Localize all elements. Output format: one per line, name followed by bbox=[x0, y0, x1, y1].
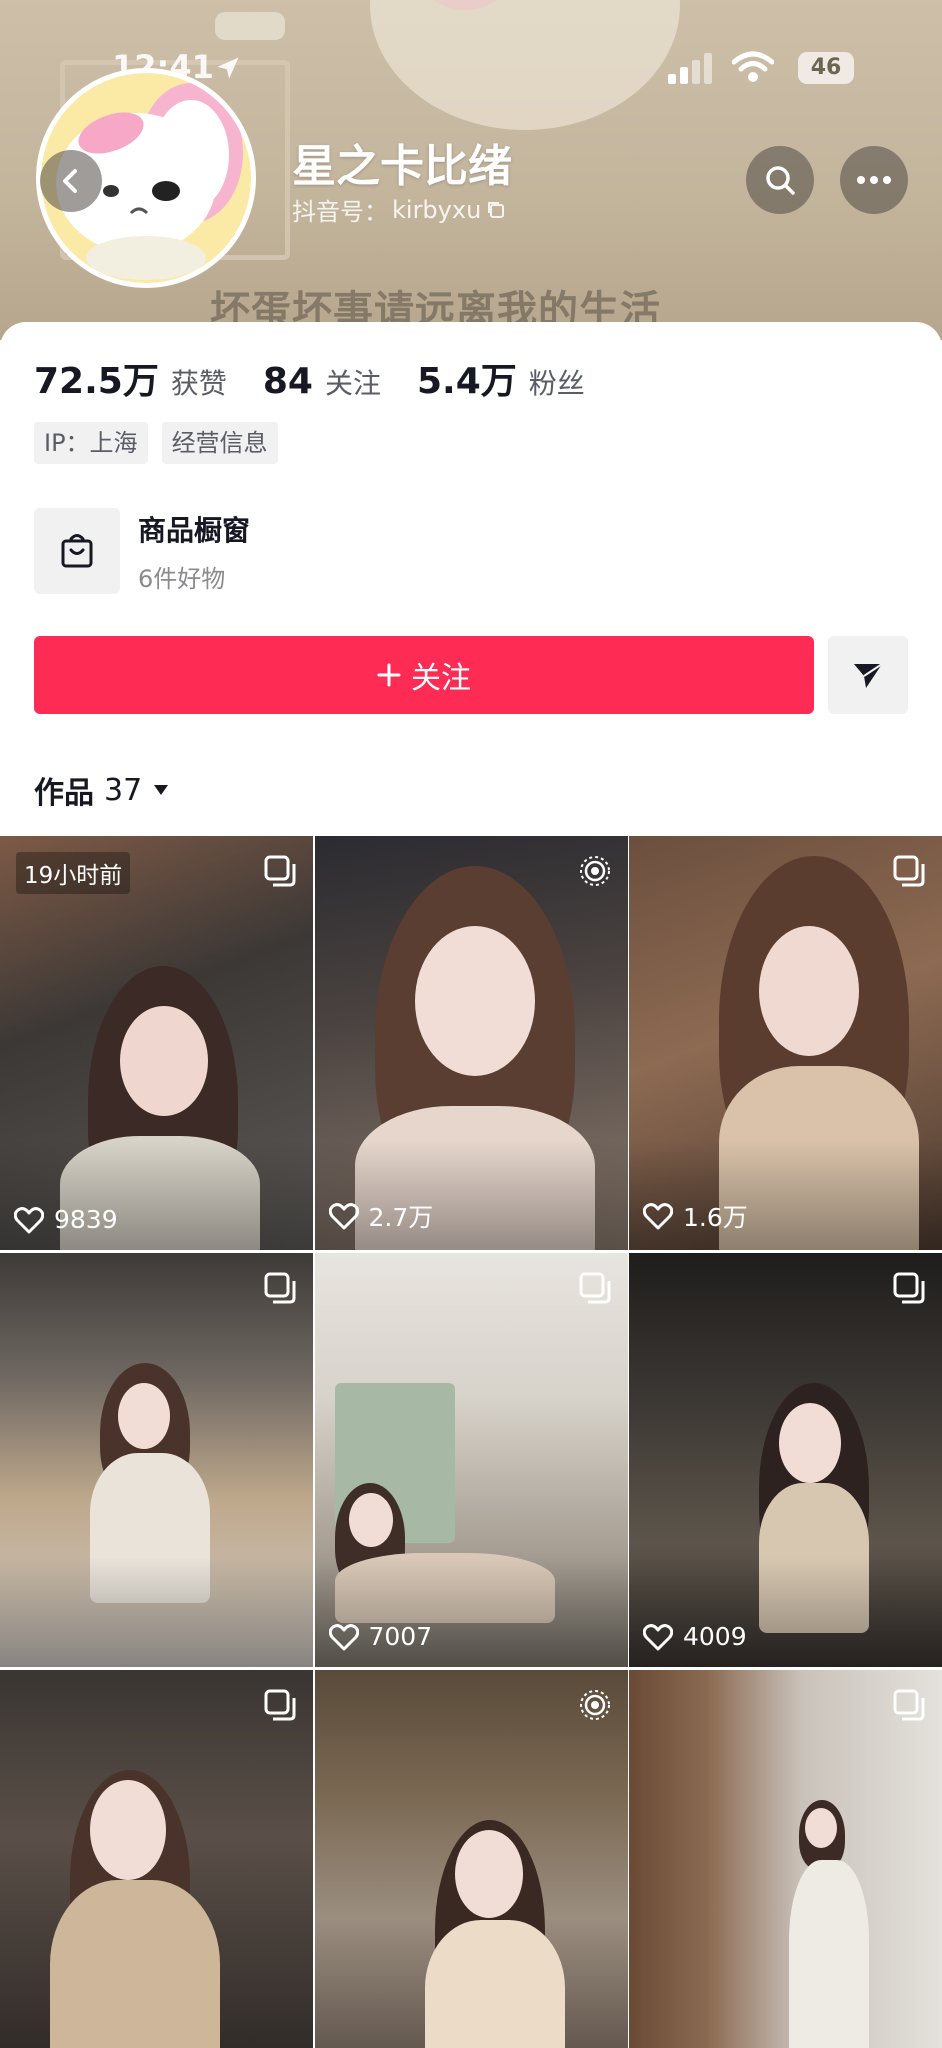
post-photo bbox=[629, 1670, 942, 2048]
post-photo bbox=[0, 1670, 313, 2048]
post-thumbnail[interactable]: 19小时前 9839 bbox=[0, 836, 313, 1250]
shopping-bag-icon bbox=[61, 534, 93, 568]
share-button[interactable] bbox=[828, 636, 908, 714]
image-set-icon bbox=[579, 1272, 610, 1304]
post-thumbnail[interactable] bbox=[0, 1670, 313, 2048]
more-button[interactable] bbox=[840, 146, 908, 214]
profile-stats: 72.5万 获赞 84 关注 5.4万 粉丝 bbox=[34, 352, 621, 404]
stat-label: 关注 bbox=[324, 367, 381, 400]
post-likes: 2.7万 bbox=[328, 1198, 434, 1234]
wifi-icon bbox=[732, 51, 774, 82]
business-info-tag[interactable]: 经营信息 bbox=[161, 422, 278, 464]
post-likes-count: 7007 bbox=[368, 1622, 433, 1651]
more-dots-icon bbox=[857, 176, 891, 184]
cell-shade bbox=[0, 1557, 313, 1667]
works-tab[interactable]: 作品 37 bbox=[34, 768, 170, 812]
copy-icon[interactable] bbox=[485, 199, 507, 221]
post-likes: 1.6万 bbox=[643, 1198, 748, 1234]
douyin-id-label: 抖音号： bbox=[292, 198, 388, 226]
post-likes: 4009 bbox=[643, 1622, 747, 1651]
shop-subtitle: 6件好物 bbox=[138, 564, 226, 593]
ip-location-tag: IP：上海 bbox=[34, 422, 148, 464]
live-photo-icon bbox=[579, 856, 610, 886]
image-set-icon bbox=[264, 855, 296, 887]
stat-followers[interactable]: 5.4万 粉丝 bbox=[417, 352, 585, 404]
follow-button[interactable]: 关注 bbox=[34, 636, 814, 714]
stat-label: 获赞 bbox=[170, 367, 227, 400]
post-thumbnail[interactable]: 2.7万 bbox=[314, 836, 628, 1250]
profile-info-sheet: 72.5万 获赞 84 关注 5.4万 粉丝 IP：上海 经营信息 商品橱窗 6… bbox=[0, 322, 942, 842]
live-photo-icon bbox=[579, 1690, 610, 1720]
paper-plane-icon bbox=[854, 663, 883, 688]
heart-icon bbox=[328, 1203, 359, 1230]
image-set-icon bbox=[893, 855, 925, 887]
back-button[interactable] bbox=[40, 150, 102, 212]
shop-text: 商品橱窗 6件好物 bbox=[138, 509, 250, 594]
stat-following[interactable]: 84 关注 bbox=[263, 361, 381, 402]
post-likes-count: 9839 bbox=[54, 1205, 118, 1234]
post-thumbnail[interactable]: 4009 bbox=[629, 1253, 942, 1667]
stat-value: 84 bbox=[262, 361, 313, 402]
douyin-id-value: kirbyxu bbox=[392, 195, 482, 224]
post-likes: 9839 bbox=[14, 1205, 118, 1234]
plus-icon bbox=[377, 663, 401, 687]
heart-icon bbox=[14, 1206, 44, 1233]
heart-icon bbox=[643, 1623, 673, 1650]
profile-banner: 坏蛋坏事请远离我的生活 12:41 46 星之卡比绪 抖音号： kirbyxu bbox=[0, 0, 942, 340]
signal-icon bbox=[668, 53, 712, 84]
post-time-badge: 19小时前 bbox=[16, 852, 131, 894]
shop-icon-box bbox=[34, 508, 120, 594]
caret-down-icon[interactable] bbox=[152, 783, 170, 797]
stat-value: 5.4万 bbox=[416, 361, 517, 402]
follow-label: 关注 bbox=[411, 661, 471, 696]
post-thumbnail[interactable] bbox=[629, 1670, 942, 2048]
shop-title: 商品橱窗 bbox=[138, 513, 251, 547]
stat-value: 72.5万 bbox=[34, 361, 159, 402]
post-photo bbox=[314, 1670, 628, 2048]
battery-indicator: 46 bbox=[798, 52, 854, 84]
banner-illustration-shape bbox=[215, 12, 285, 40]
heart-icon bbox=[328, 1623, 359, 1650]
works-label: 作品 bbox=[34, 776, 94, 811]
image-set-icon bbox=[893, 1689, 925, 1721]
post-thumbnail[interactable] bbox=[0, 1253, 313, 1667]
chevron-left-icon bbox=[63, 169, 77, 193]
post-likes: 7007 bbox=[328, 1622, 433, 1651]
image-set-icon bbox=[264, 1689, 296, 1721]
douyin-id[interactable]: 抖音号： kirbyxu bbox=[292, 192, 507, 227]
stat-label: 粉丝 bbox=[528, 367, 585, 400]
post-likes-count: 1.6万 bbox=[683, 1203, 748, 1232]
works-count: 37 bbox=[104, 772, 143, 808]
location-arrow-icon bbox=[217, 57, 239, 79]
post-thumbnail[interactable]: 1.6万 bbox=[629, 836, 942, 1250]
profile-tags: IP：上海 经营信息 bbox=[34, 422, 278, 464]
post-likes-count: 2.7万 bbox=[368, 1203, 434, 1232]
post-likes-count: 4009 bbox=[683, 1622, 747, 1651]
shop-window-entry[interactable]: 商品橱窗 6件好物 bbox=[34, 508, 250, 594]
image-set-icon bbox=[264, 1272, 296, 1304]
stat-likes: 72.5万 获赞 bbox=[34, 352, 227, 404]
profile-name: 星之卡比绪 bbox=[292, 141, 512, 192]
post-thumbnail[interactable] bbox=[314, 1670, 628, 2048]
post-thumbnail[interactable]: 7007 bbox=[314, 1253, 628, 1667]
image-set-icon bbox=[893, 1272, 925, 1304]
search-button[interactable] bbox=[746, 146, 814, 214]
banner-illustration bbox=[370, 0, 680, 130]
heart-icon bbox=[643, 1203, 673, 1230]
posts-grid: 19小时前 9839 2.7万 1.6万 7007 4009 bbox=[0, 836, 942, 2048]
search-icon bbox=[766, 166, 795, 195]
